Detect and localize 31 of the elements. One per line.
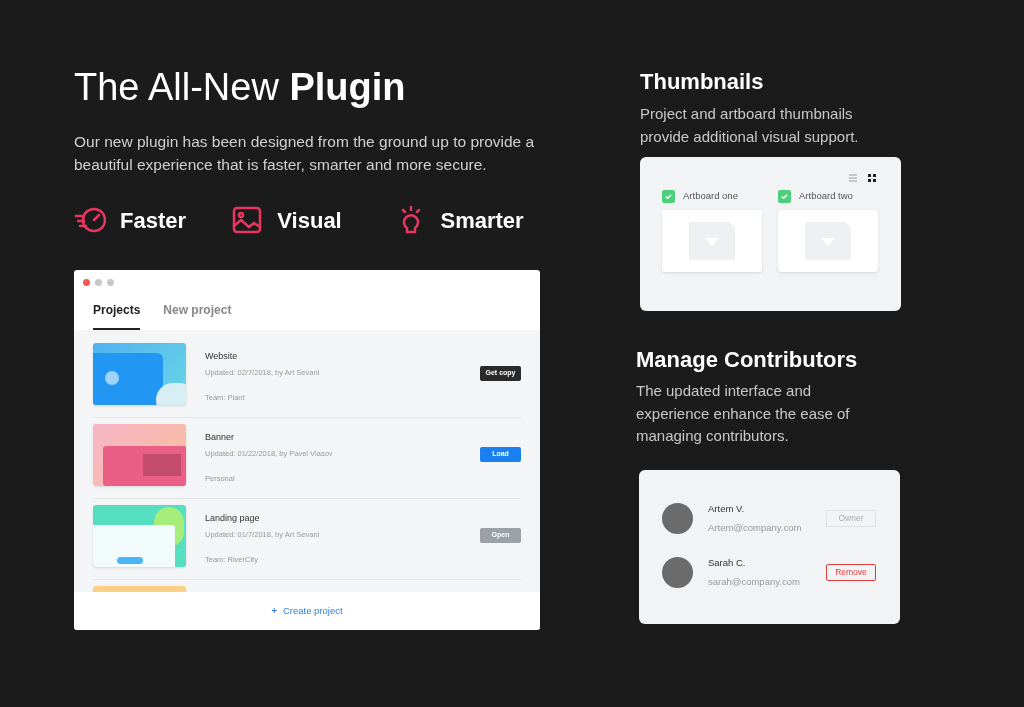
contributor-email: sarah@company.com xyxy=(708,574,801,589)
contributor-email: Artem@company.com xyxy=(708,520,803,535)
create-project-button[interactable]: + Create project xyxy=(271,603,343,619)
checkmark-icon xyxy=(664,191,673,201)
section-description: Project and artboard thumbnails provide additional visual support. xyxy=(640,104,860,147)
feature-label: Visual xyxy=(277,206,342,235)
project-title: Website xyxy=(205,350,239,363)
feature-label: Smarter xyxy=(440,206,524,235)
section-title: Thumbnails xyxy=(640,68,765,96)
section-description: The updated interface and experience enhance the ease of managing contributors. xyxy=(636,381,851,446)
avatar xyxy=(662,503,693,534)
contributor-name: Artem V. xyxy=(708,502,746,517)
project-title: Banner xyxy=(205,431,236,444)
project-title: Landing page xyxy=(205,512,261,525)
checkbox[interactable] xyxy=(778,189,791,203)
role-button[interactable]: Owner xyxy=(826,510,876,527)
grid-view-icon[interactable] xyxy=(867,173,877,183)
feature-label: Faster xyxy=(120,206,187,235)
list-view-icon[interactable] xyxy=(848,173,858,183)
tab[interactable]: New project xyxy=(163,300,232,330)
contributor-name: Sarah C. xyxy=(708,556,747,571)
artboard-label: Artboard one xyxy=(683,188,738,203)
hero-title: The All-New Plugin xyxy=(74,65,407,110)
remove-button[interactable]: Remove xyxy=(826,564,876,581)
artboard-label: Artboard two xyxy=(799,188,853,203)
checkbox[interactable] xyxy=(662,189,675,203)
avatar xyxy=(662,557,693,588)
image-icon xyxy=(231,204,264,236)
section-title: Manage Contributors xyxy=(636,346,859,374)
hero-description: Our new plugin has been designed from the ground up to provide a beautiful experience that is faster, smarter and more secure. xyxy=(74,132,536,175)
checkmark-icon xyxy=(780,191,789,201)
